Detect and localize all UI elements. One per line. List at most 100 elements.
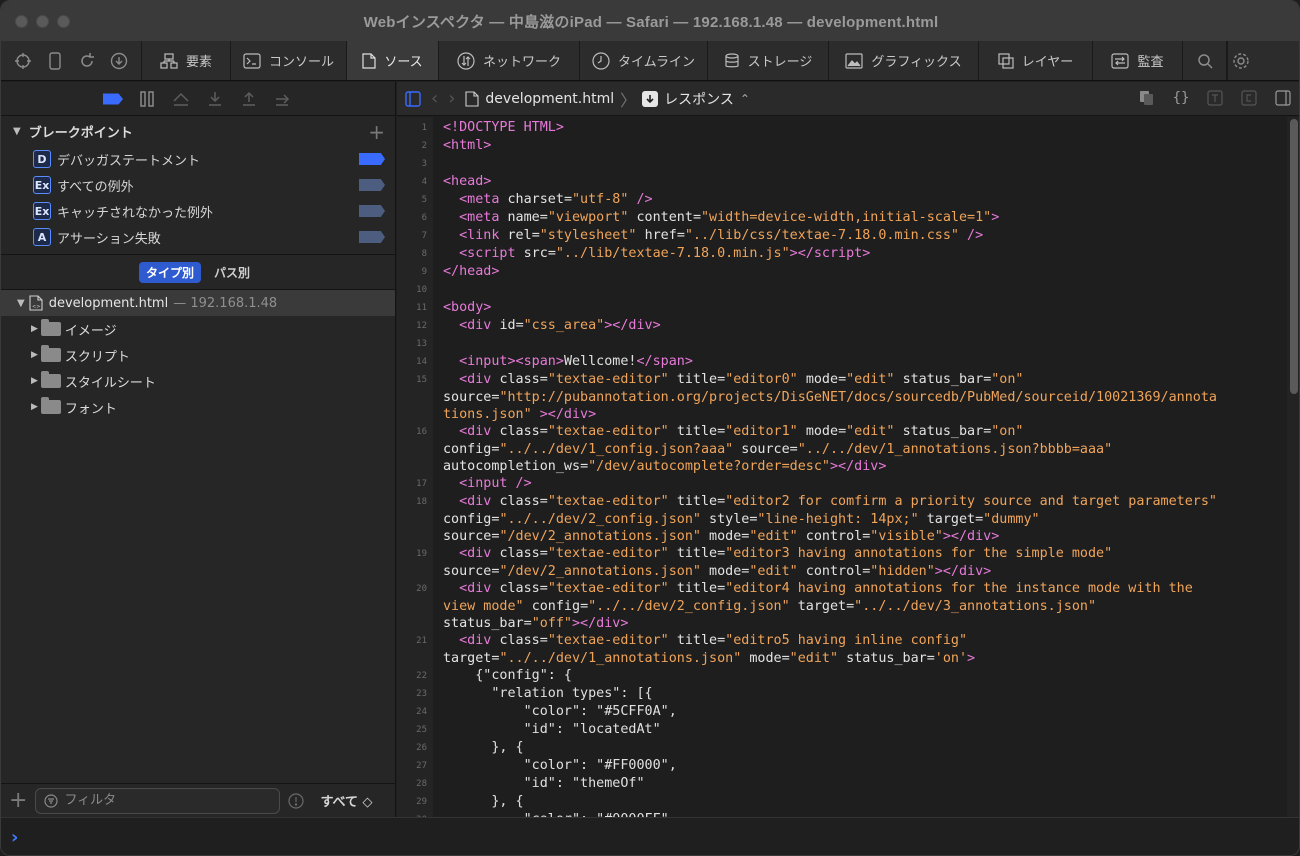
- disclosure-right-icon[interactable]: ▶: [31, 402, 38, 412]
- tab-storage[interactable]: ストレージ: [708, 41, 829, 80]
- tab-sources[interactable]: ソース: [347, 41, 439, 80]
- add-breakpoint-icon[interactable]: +: [368, 120, 385, 144]
- step-into-icon[interactable]: [205, 90, 225, 108]
- coverage-icon[interactable]: [1239, 88, 1259, 108]
- group-by-type-button[interactable]: タイプ別: [138, 261, 201, 283]
- line-number[interactable]: 23: [397, 685, 433, 703]
- line-number[interactable]: 7: [397, 227, 433, 245]
- line-number[interactable]: 19: [397, 545, 433, 563]
- tab-console[interactable]: コンソール: [231, 41, 347, 80]
- copy-icon[interactable]: [1137, 88, 1157, 108]
- breakpoint-item[interactable]: A アサーション失敗: [1, 224, 395, 250]
- tab-timeline[interactable]: タイムライン: [580, 41, 708, 80]
- line-number[interactable]: [397, 615, 433, 632]
- line-number[interactable]: [397, 406, 433, 423]
- download-icon[interactable]: [108, 50, 130, 72]
- pretty-print-icon[interactable]: {}: [1171, 88, 1191, 108]
- breakpoint-flag-icon[interactable]: [359, 231, 385, 243]
- settings-tab[interactable]: [1227, 41, 1253, 80]
- breakpoints-header[interactable]: ▼ ブレークポイント +: [1, 116, 395, 146]
- line-number[interactable]: 20: [397, 580, 433, 598]
- line-number[interactable]: [397, 441, 433, 458]
- breadcrumb-file[interactable]: development.html: [485, 91, 614, 107]
- line-number[interactable]: 27: [397, 757, 433, 775]
- line-number[interactable]: 5: [397, 191, 433, 209]
- disclosure-right-icon[interactable]: ▶: [31, 324, 38, 334]
- line-number[interactable]: 1: [397, 119, 433, 137]
- breakpoint-item[interactable]: Ex すべての例外: [1, 172, 395, 198]
- line-number[interactable]: [397, 511, 433, 528]
- line-number[interactable]: [397, 598, 433, 615]
- line-number[interactable]: 15: [397, 371, 433, 389]
- disclosure-right-icon[interactable]: ▶: [31, 350, 38, 360]
- search-tab[interactable]: [1183, 41, 1227, 80]
- line-number[interactable]: 21: [397, 632, 433, 650]
- line-number[interactable]: 24: [397, 703, 433, 721]
- details-panel-icon[interactable]: [1273, 88, 1293, 108]
- folder-item[interactable]: ▶ スタイルシート: [1, 368, 395, 394]
- breakpoint-item[interactable]: Ex キャッチされなかった例外: [1, 198, 395, 224]
- zoom-window-button[interactable]: [57, 15, 70, 28]
- step-next-icon[interactable]: [273, 90, 293, 108]
- disclosure-right-icon[interactable]: ▶: [31, 376, 38, 386]
- folder-item[interactable]: ▶ フォント: [1, 394, 395, 420]
- line-number[interactable]: 4: [397, 173, 433, 191]
- line-number[interactable]: 12: [397, 317, 433, 335]
- crosshair-icon[interactable]: [12, 50, 34, 72]
- line-number[interactable]: 18: [397, 493, 433, 511]
- filter-field[interactable]: [35, 787, 281, 814]
- device-icon[interactable]: [44, 50, 66, 72]
- breadcrumb-mode[interactable]: レスポンス: [664, 89, 734, 109]
- pause-icon[interactable]: [137, 90, 157, 108]
- tab-network[interactable]: ネットワーク: [439, 41, 580, 80]
- line-number[interactable]: [397, 650, 433, 667]
- reload-icon[interactable]: [76, 50, 98, 72]
- minimize-window-button[interactable]: [36, 15, 49, 28]
- line-number[interactable]: 8: [397, 245, 433, 263]
- info-icon[interactable]: [288, 792, 305, 809]
- line-number[interactable]: 28: [397, 775, 433, 793]
- line-number[interactable]: 6: [397, 209, 433, 227]
- breakpoint-toggle-icon[interactable]: [103, 90, 123, 108]
- line-number[interactable]: 10: [397, 281, 433, 299]
- line-number[interactable]: 3: [397, 155, 433, 173]
- tree-root-row[interactable]: ▼ <> development.html — 192.168.1.48: [1, 290, 395, 316]
- line-number[interactable]: 13: [397, 335, 433, 353]
- line-number[interactable]: 9: [397, 263, 433, 281]
- tab-audit[interactable]: 監査: [1093, 41, 1183, 80]
- back-icon[interactable]: ‹: [431, 88, 438, 109]
- line-number[interactable]: 29: [397, 793, 433, 811]
- line-number[interactable]: 2: [397, 137, 433, 155]
- breakpoint-flag-icon[interactable]: [359, 153, 385, 165]
- breakpoint-flag-icon[interactable]: [359, 205, 385, 217]
- line-number[interactable]: 25: [397, 721, 433, 739]
- vertical-scrollbar[interactable]: [1290, 119, 1298, 394]
- tab-graphics[interactable]: グラフィックス: [829, 41, 979, 80]
- breakpoint-item[interactable]: D デバッガステートメント: [1, 146, 395, 172]
- filter-input[interactable]: [64, 793, 265, 808]
- step-over-icon[interactable]: [171, 90, 191, 108]
- line-number[interactable]: 22: [397, 667, 433, 685]
- line-number[interactable]: [397, 528, 433, 545]
- line-number[interactable]: 26: [397, 739, 433, 757]
- source-code-view[interactable]: 1 <!DOCTYPE HTML> 2 <html> 3 4 <head> 5 <meta c…: [397, 117, 1287, 817]
- folder-item[interactable]: ▶ スクリプト: [1, 342, 395, 368]
- line-number[interactable]: 16: [397, 423, 433, 441]
- sidebar-toggle-icon[interactable]: [405, 90, 421, 107]
- step-out-icon[interactable]: [239, 90, 259, 108]
- forward-icon[interactable]: ›: [448, 88, 455, 109]
- tab-layers[interactable]: レイヤー: [979, 41, 1093, 80]
- line-number[interactable]: [397, 458, 433, 475]
- folder-item[interactable]: ▶ イメージ: [1, 316, 395, 342]
- line-number[interactable]: 17: [397, 475, 433, 493]
- line-number[interactable]: 14: [397, 353, 433, 371]
- line-number[interactable]: [397, 389, 433, 406]
- line-number[interactable]: [397, 563, 433, 580]
- close-window-button[interactable]: [15, 15, 28, 28]
- line-number[interactable]: 11: [397, 299, 433, 317]
- tab-elements[interactable]: 要素: [142, 41, 231, 80]
- group-by-path-button[interactable]: パス別: [207, 262, 257, 283]
- scope-select[interactable]: すべて ◇: [320, 791, 372, 810]
- console-prompt-bar[interactable]: ›: [1, 817, 1299, 855]
- chevron-updown-icon[interactable]: ⌃: [740, 92, 750, 106]
